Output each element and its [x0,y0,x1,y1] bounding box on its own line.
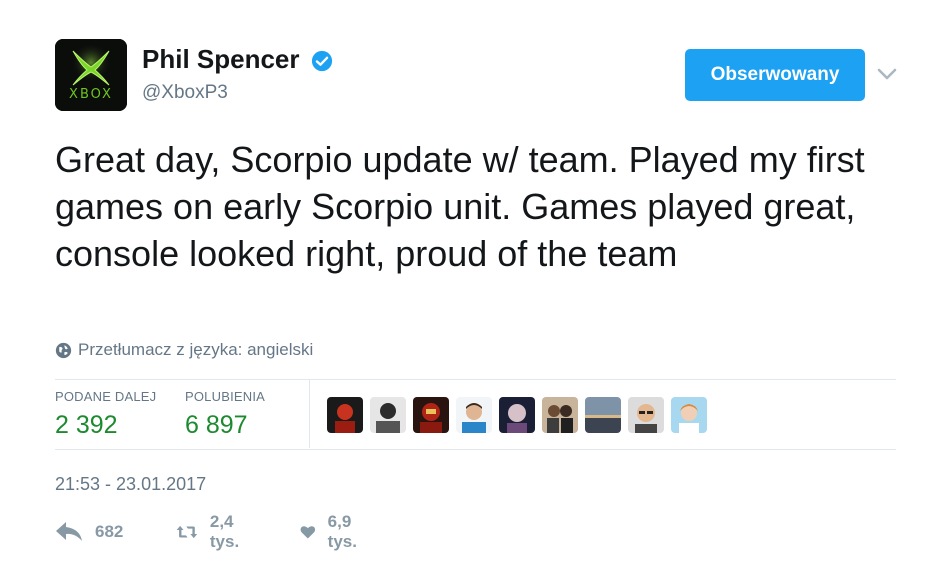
like-count: 6,9 tys. [327,512,357,551]
retweets-label: PODANE DALEJ [55,389,157,404]
like-button[interactable]: 6,9 tys. [300,512,365,551]
following-button[interactable]: Obserwowany [685,49,865,101]
avatar-brand-text: XBOX [69,87,113,102]
translate-link[interactable]: Przetłumacz z języka: angielski [55,340,313,360]
liker-avatar[interactable] [628,397,664,433]
liker-avatar[interactable] [370,397,406,433]
heart-icon [300,526,316,539]
retweets-value: 2 392 [55,411,118,439]
liker-avatar[interactable] [671,397,707,433]
retweet-count: 2,4 tys. [209,512,240,551]
divider [309,380,310,448]
chevron-down-icon[interactable] [876,66,898,82]
verified-badge-icon [311,50,333,72]
reply-button[interactable]: 682 [55,517,123,547]
divider [55,379,896,380]
likes-stat[interactable]: POLUBIENIA 6 897 [185,389,265,440]
avatar[interactable]: XBOX [55,39,127,111]
globe-icon [55,342,72,358]
liker-avatar[interactable] [585,397,621,433]
liker-avatar[interactable] [327,397,363,433]
liker-avatar[interactable] [413,397,449,433]
retweet-icon [176,525,198,539]
retweets-stat[interactable]: PODANE DALEJ 2 392 [55,389,156,440]
liker-avatar[interactable] [456,397,492,433]
tweet-text: Great day, Scorpio update w/ team. Playe… [55,139,865,274]
divider [55,449,896,450]
reply-count: 682 [95,522,124,541]
likes-label: POLUBIENIA [185,389,266,404]
liker-avatar[interactable] [542,397,578,433]
likes-value: 6 897 [185,411,248,439]
display-name[interactable]: Phil Spencer [142,44,300,75]
tweet-timestamp[interactable]: 21:53 - 23.01.2017 [55,474,206,495]
liker-avatar[interactable] [499,397,535,433]
liker-avatars [327,397,707,433]
user-handle[interactable]: @XboxP3 [142,82,228,104]
translate-label[interactable]: Przetłumacz z języka: angielski [78,340,313,360]
reply-icon [56,522,82,541]
retweet-button[interactable]: 2,4 tys. [176,512,249,551]
